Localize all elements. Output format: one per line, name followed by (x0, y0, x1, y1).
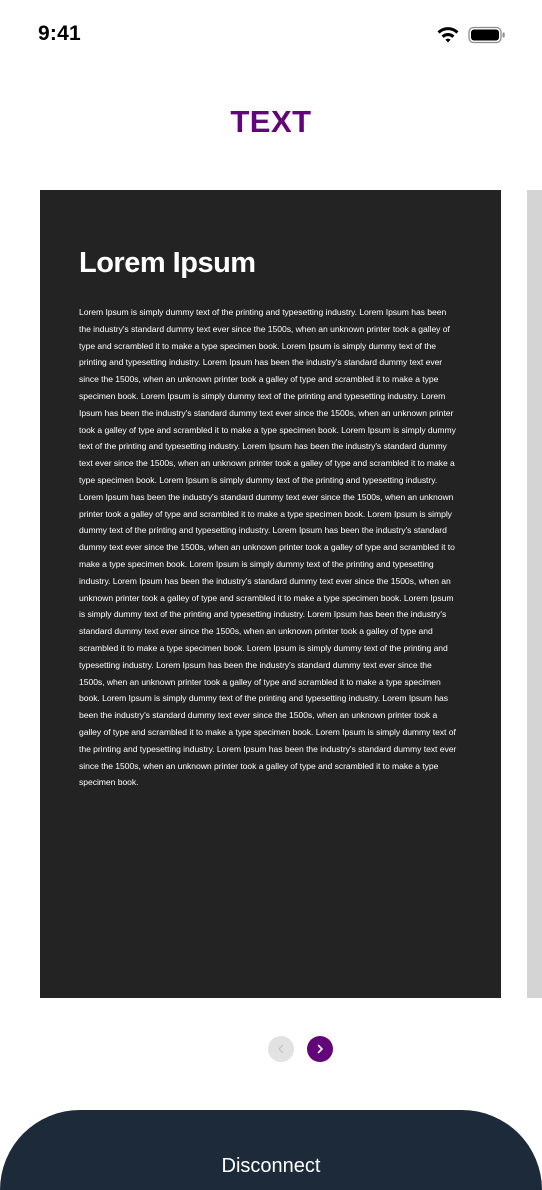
pager (267, 1036, 337, 1062)
page-title: TEXT (230, 104, 312, 139)
disconnect-button[interactable]: Disconnect (0, 1110, 542, 1190)
content-card: Lorem Ipsum Lorem Ipsum is simply dummy … (40, 190, 501, 998)
wifi-icon (436, 24, 460, 44)
battery-icon (468, 26, 506, 44)
card-body-text: Lorem Ipsum is simply dummy text of the … (79, 307, 457, 788)
chevron-right-icon (317, 1044, 323, 1054)
chevron-left-icon (278, 1044, 284, 1054)
card-heading: Lorem Ipsum (79, 247, 256, 279)
status-bar: 9:41 (0, 0, 542, 70)
status-time: 9:41 (38, 22, 81, 45)
next-page-button[interactable] (307, 1036, 333, 1062)
next-card-peek[interactable] (527, 190, 542, 998)
previous-page-button[interactable] (268, 1036, 294, 1062)
bottom-panel: Disconnect (0, 1110, 542, 1190)
